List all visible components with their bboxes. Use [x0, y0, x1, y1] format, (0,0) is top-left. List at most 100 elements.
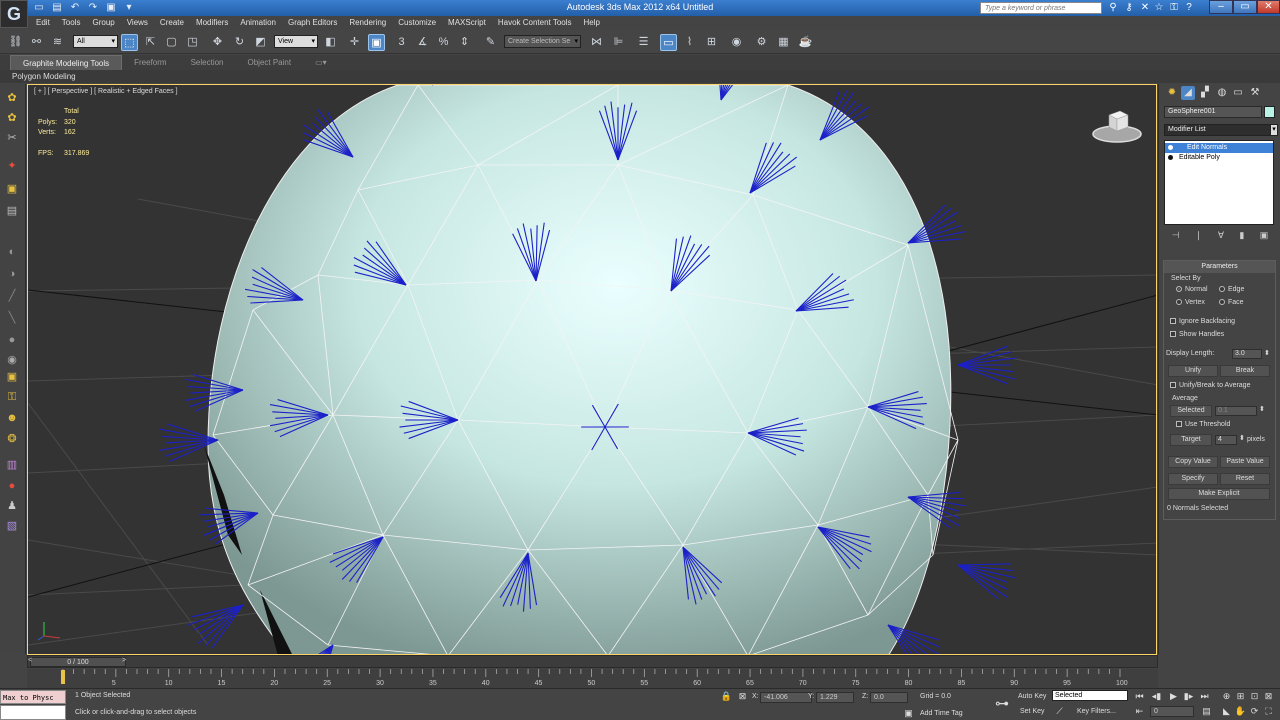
bulb-icon[interactable]: [1168, 145, 1173, 150]
normal-radio[interactable]: Normal: [1176, 286, 1208, 293]
unify-break-average-checkbox[interactable]: Unify/Break to Average: [1170, 382, 1250, 389]
prev-key-icon[interactable]: ◂▮: [1150, 690, 1163, 702]
ribbon-tab-freeform[interactable]: Freeform: [122, 55, 178, 70]
absolute-mode-icon[interactable]: ⊠: [736, 690, 749, 702]
material-editor-icon[interactable]: ◉: [728, 34, 745, 51]
search-input[interactable]: Type a keyword or phrase: [980, 2, 1102, 14]
keyboard-shortcut-override-icon[interactable]: ▣: [368, 34, 385, 51]
time-slider-track[interactable]: 0 / 100 < >: [27, 655, 1158, 668]
mirror-icon[interactable]: ⋈: [588, 34, 605, 51]
tool-icon-19[interactable]: ♟: [4, 498, 20, 514]
spinner-icon[interactable]: ⬍: [1239, 434, 1245, 442]
pan-icon[interactable]: ✋: [1234, 705, 1247, 717]
spinner-icon[interactable]: ⬍: [1259, 405, 1265, 413]
spinner-icon[interactable]: ⬍: [1264, 349, 1270, 357]
tool-icon-9[interactable]: ╱: [4, 288, 20, 304]
tool-icon-15[interactable]: ☻: [4, 410, 20, 426]
lock-icon[interactable]: 🔒: [720, 690, 733, 702]
rect-selection-icon[interactable]: ▢: [163, 34, 180, 51]
key-mode-icon[interactable]: ⇤: [1133, 705, 1146, 717]
next-frame-icon[interactable]: >: [122, 657, 126, 664]
remove-modifier-icon[interactable]: ▮: [1239, 230, 1244, 242]
tool-icon-14[interactable]: ⚿: [4, 389, 20, 405]
ribbon-options-icon[interactable]: ▭▾: [303, 55, 339, 70]
named-selection-dropdown[interactable]: Create Selection Se: [504, 35, 581, 48]
specify-button[interactable]: Specify: [1168, 473, 1218, 485]
scale-icon[interactable]: ◩: [252, 34, 269, 51]
quick-access-button[interactable]: ↷: [86, 1, 100, 14]
viewport-label[interactable]: [ + ] [ Perspective ] [ Realistic + Edge…: [34, 88, 178, 95]
edge-radio[interactable]: Edge: [1219, 286, 1244, 293]
current-frame-field[interactable]: 0: [1150, 706, 1194, 717]
field-of-view-icon[interactable]: ◣: [1220, 705, 1233, 717]
help-icon[interactable]: ?: [1182, 1, 1196, 14]
display-tab-icon[interactable]: ▭: [1231, 86, 1245, 100]
quick-access-button[interactable]: ▭: [32, 1, 46, 14]
render-production-icon[interactable]: ☕: [797, 34, 814, 51]
menu-item-help[interactable]: Help: [578, 16, 606, 30]
goto-start-icon[interactable]: ⏮: [1133, 690, 1146, 702]
zoom-extents-icon[interactable]: ⊡: [1248, 690, 1261, 702]
tool-icon-11[interactable]: ●: [4, 332, 20, 348]
bind-space-warp-icon[interactable]: ≋: [49, 34, 66, 51]
maximize-button[interactable]: ▭: [1233, 0, 1257, 14]
maximize-viewport-icon[interactable]: ⛶: [1262, 705, 1275, 717]
percent-snap-icon[interactable]: %: [435, 34, 452, 51]
perspective-viewport[interactable]: [ + ] [ Perspective ] [ Realistic + Edge…: [27, 84, 1157, 655]
tool-icon-17[interactable]: ▥: [4, 457, 20, 473]
tool-icon-18[interactable]: ●: [4, 478, 20, 494]
menu-item-maxscript[interactable]: MAXScript: [442, 16, 492, 30]
quick-access-button[interactable]: ▣: [104, 1, 118, 14]
tool-icon-8[interactable]: ◑: [4, 266, 20, 282]
current-frame-marker[interactable]: [61, 670, 65, 684]
key-mode-dropdown[interactable]: Selected: [1052, 690, 1128, 701]
polygon-modeling-panel[interactable]: Polygon Modeling: [0, 70, 1280, 83]
binoculars-icon[interactable]: ⚲: [1106, 1, 1120, 14]
chevron-down-icon[interactable]: ▾: [1270, 124, 1278, 136]
menu-item-group[interactable]: Group: [86, 16, 120, 30]
ignore-backfacing-checkbox[interactable]: Ignore Backfacing: [1170, 318, 1235, 325]
quick-access-button[interactable]: ↶: [68, 1, 82, 14]
break-button[interactable]: Break: [1220, 365, 1270, 377]
curve-editor-icon[interactable]: ⌇: [681, 34, 698, 51]
menu-item-havok-content-tools[interactable]: Havok Content Tools: [492, 16, 578, 30]
move-icon[interactable]: ✥: [209, 34, 226, 51]
edit-named-selection-icon[interactable]: ✎: [482, 34, 499, 51]
menu-item-graph-editors[interactable]: Graph Editors: [282, 16, 343, 30]
tool-icon-6[interactable]: ▤: [4, 203, 20, 219]
tool-icon-4[interactable]: ✦: [4, 158, 20, 174]
stack-item-edit-normals[interactable]: Edit Normals: [1165, 143, 1273, 153]
set-key-button[interactable]: Set Key: [1020, 708, 1045, 715]
select-manipulate-icon[interactable]: ✛: [346, 34, 363, 51]
time-tag-icon[interactable]: ▣: [902, 707, 915, 719]
use-threshold-checkbox[interactable]: Use Threshold: [1176, 421, 1230, 428]
menu-item-views[interactable]: Views: [121, 16, 154, 30]
maxscript-listener-input[interactable]: [0, 705, 66, 720]
ribbon-tab-selection[interactable]: Selection: [179, 55, 236, 70]
modifier-list-dropdown[interactable]: Modifier List: [1164, 124, 1271, 136]
y-coordinate-field[interactable]: 1.229: [816, 692, 854, 703]
show-handles-checkbox[interactable]: Show Handles: [1170, 331, 1224, 338]
pin-stack-icon[interactable]: ⊣: [1172, 230, 1180, 242]
menu-item-edit[interactable]: Edit: [30, 16, 56, 30]
menu-item-create[interactable]: Create: [154, 16, 190, 30]
tool-icon-20[interactable]: ▧: [4, 518, 20, 534]
tools-icon[interactable]: ✕: [1138, 1, 1152, 14]
unlink-icon[interactable]: ⚯: [28, 34, 45, 51]
align-icon[interactable]: ⊫: [610, 34, 627, 51]
ribbon-tab-object-paint[interactable]: Object Paint: [236, 55, 304, 70]
display-length-field[interactable]: 3.0: [1232, 349, 1262, 359]
zoom-extents-all-icon[interactable]: ⊠: [1262, 690, 1275, 702]
face-radio[interactable]: Face: [1219, 299, 1244, 306]
tool-icon-2[interactable]: ✿: [4, 110, 20, 126]
tool-icon-16[interactable]: ❂: [4, 431, 20, 447]
tool-icon-12[interactable]: ◉: [4, 352, 20, 368]
window-crossing-icon[interactable]: ◳: [184, 34, 201, 51]
app-logo-button[interactable]: G: [0, 0, 28, 28]
quick-access-button[interactable]: ▤: [50, 1, 64, 14]
select-by-name-icon[interactable]: ⇱: [142, 34, 159, 51]
quick-access-button[interactable]: ▾: [122, 1, 136, 14]
undo-link-icon[interactable]: ⛓: [7, 34, 24, 51]
add-time-tag[interactable]: Add Time Tag: [920, 710, 963, 717]
next-key-icon[interactable]: ▮▸: [1182, 690, 1195, 702]
